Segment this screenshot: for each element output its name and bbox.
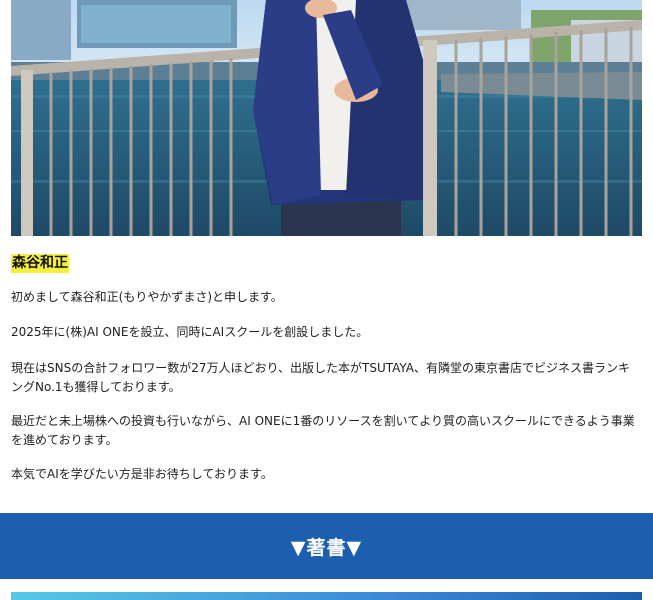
invitation-paragraph: 本気でAIを学びたい方是非お待ちしております。 <box>11 467 273 481</box>
achievements-paragraph: 現在はSNSの合計フォロワー数が27万人ほどおり、出版した本がTSUTAYA、有… <box>11 361 631 394</box>
books-heading: ▼著書▼ <box>290 536 363 559</box>
business-paragraph: 最近だと未上場株への投資も行いながら、AI ONEに1番のリソースを割いてより質… <box>11 414 635 447</box>
profile-photo <box>11 0 642 236</box>
profile-name: 森谷和正 <box>11 254 69 273</box>
intro-paragraph: 初めまして森谷和正(もりやかずまさ)と申します。 <box>11 290 283 304</box>
next-section-strip <box>11 592 642 600</box>
books-section-banner: ▼著書▼ <box>0 513 653 579</box>
company-paragraph: 2025年に(株)AI ONEを設立、同時にAIスクールを創設しました。 <box>11 325 369 339</box>
